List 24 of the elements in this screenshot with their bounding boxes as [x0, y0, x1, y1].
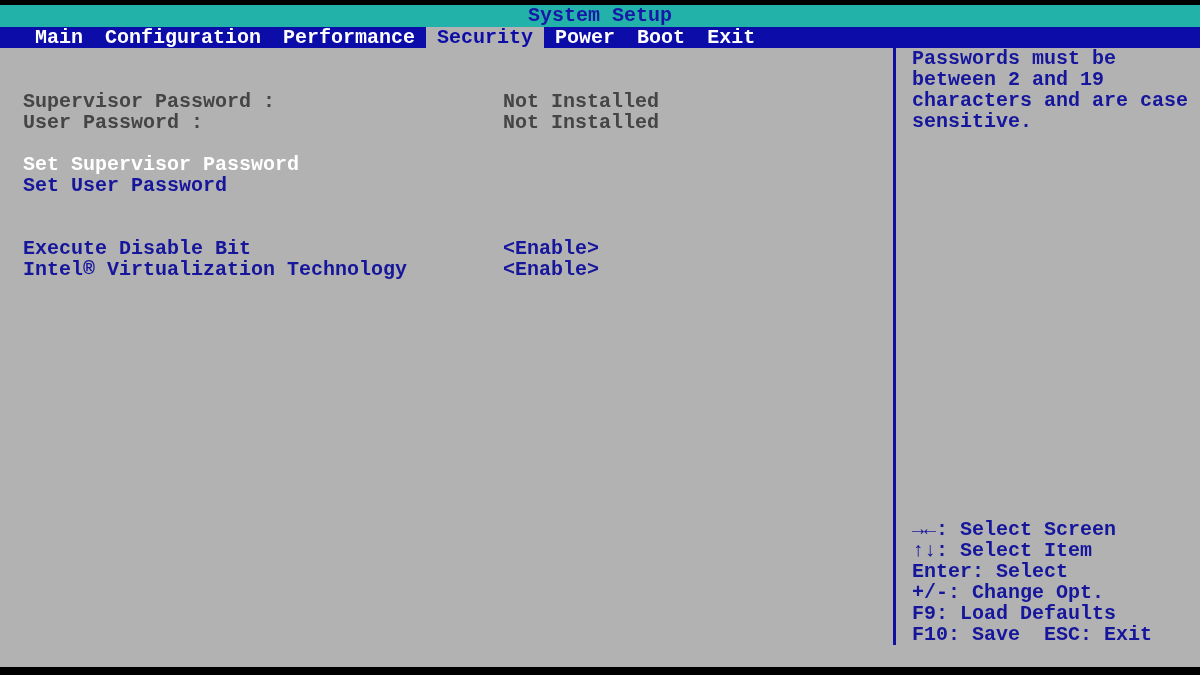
setting-label[interactable]: Execute Disable Bit [23, 238, 503, 259]
setting-value[interactable]: <Enable> [503, 238, 599, 259]
menu-item[interactable]: Set User Password [23, 175, 503, 196]
key-hint: +/-: Change Opt. [912, 582, 1106, 603]
field-label: User Password : [23, 112, 205, 133]
menu-tab[interactable]: Configuration [94, 27, 273, 48]
key-hint: F10: Save ESC: Exit [912, 624, 1154, 645]
menu-tab[interactable]: Main [24, 27, 94, 48]
menu-tab[interactable]: Power [544, 27, 627, 48]
help-text: Passwords must be between 2 and 19 characters and are case sensitive. [912, 48, 1190, 132]
setting-value[interactable]: <Enable> [503, 259, 599, 280]
key-hint: F9: Load Defaults [912, 603, 1118, 624]
menu-tab[interactable]: Security [426, 27, 545, 48]
field-value: Not Installed [503, 91, 660, 112]
menu-tab[interactable]: Performance [272, 27, 427, 48]
field-value: Not Installed [503, 112, 660, 133]
key-hint: Enter: Select [912, 561, 1070, 582]
key-hint: →←: Select Screen [912, 519, 1118, 540]
setting-label[interactable]: Intel® Virtualization Technology [23, 259, 503, 280]
key-hint: ↑↓: Select Item [912, 540, 1094, 561]
menu-tab[interactable]: Boot [626, 27, 697, 48]
title-bar: System Setup [0, 5, 1200, 27]
menu-tab[interactable]: Exit [696, 27, 767, 48]
field-label: Supervisor Password : [23, 91, 277, 112]
